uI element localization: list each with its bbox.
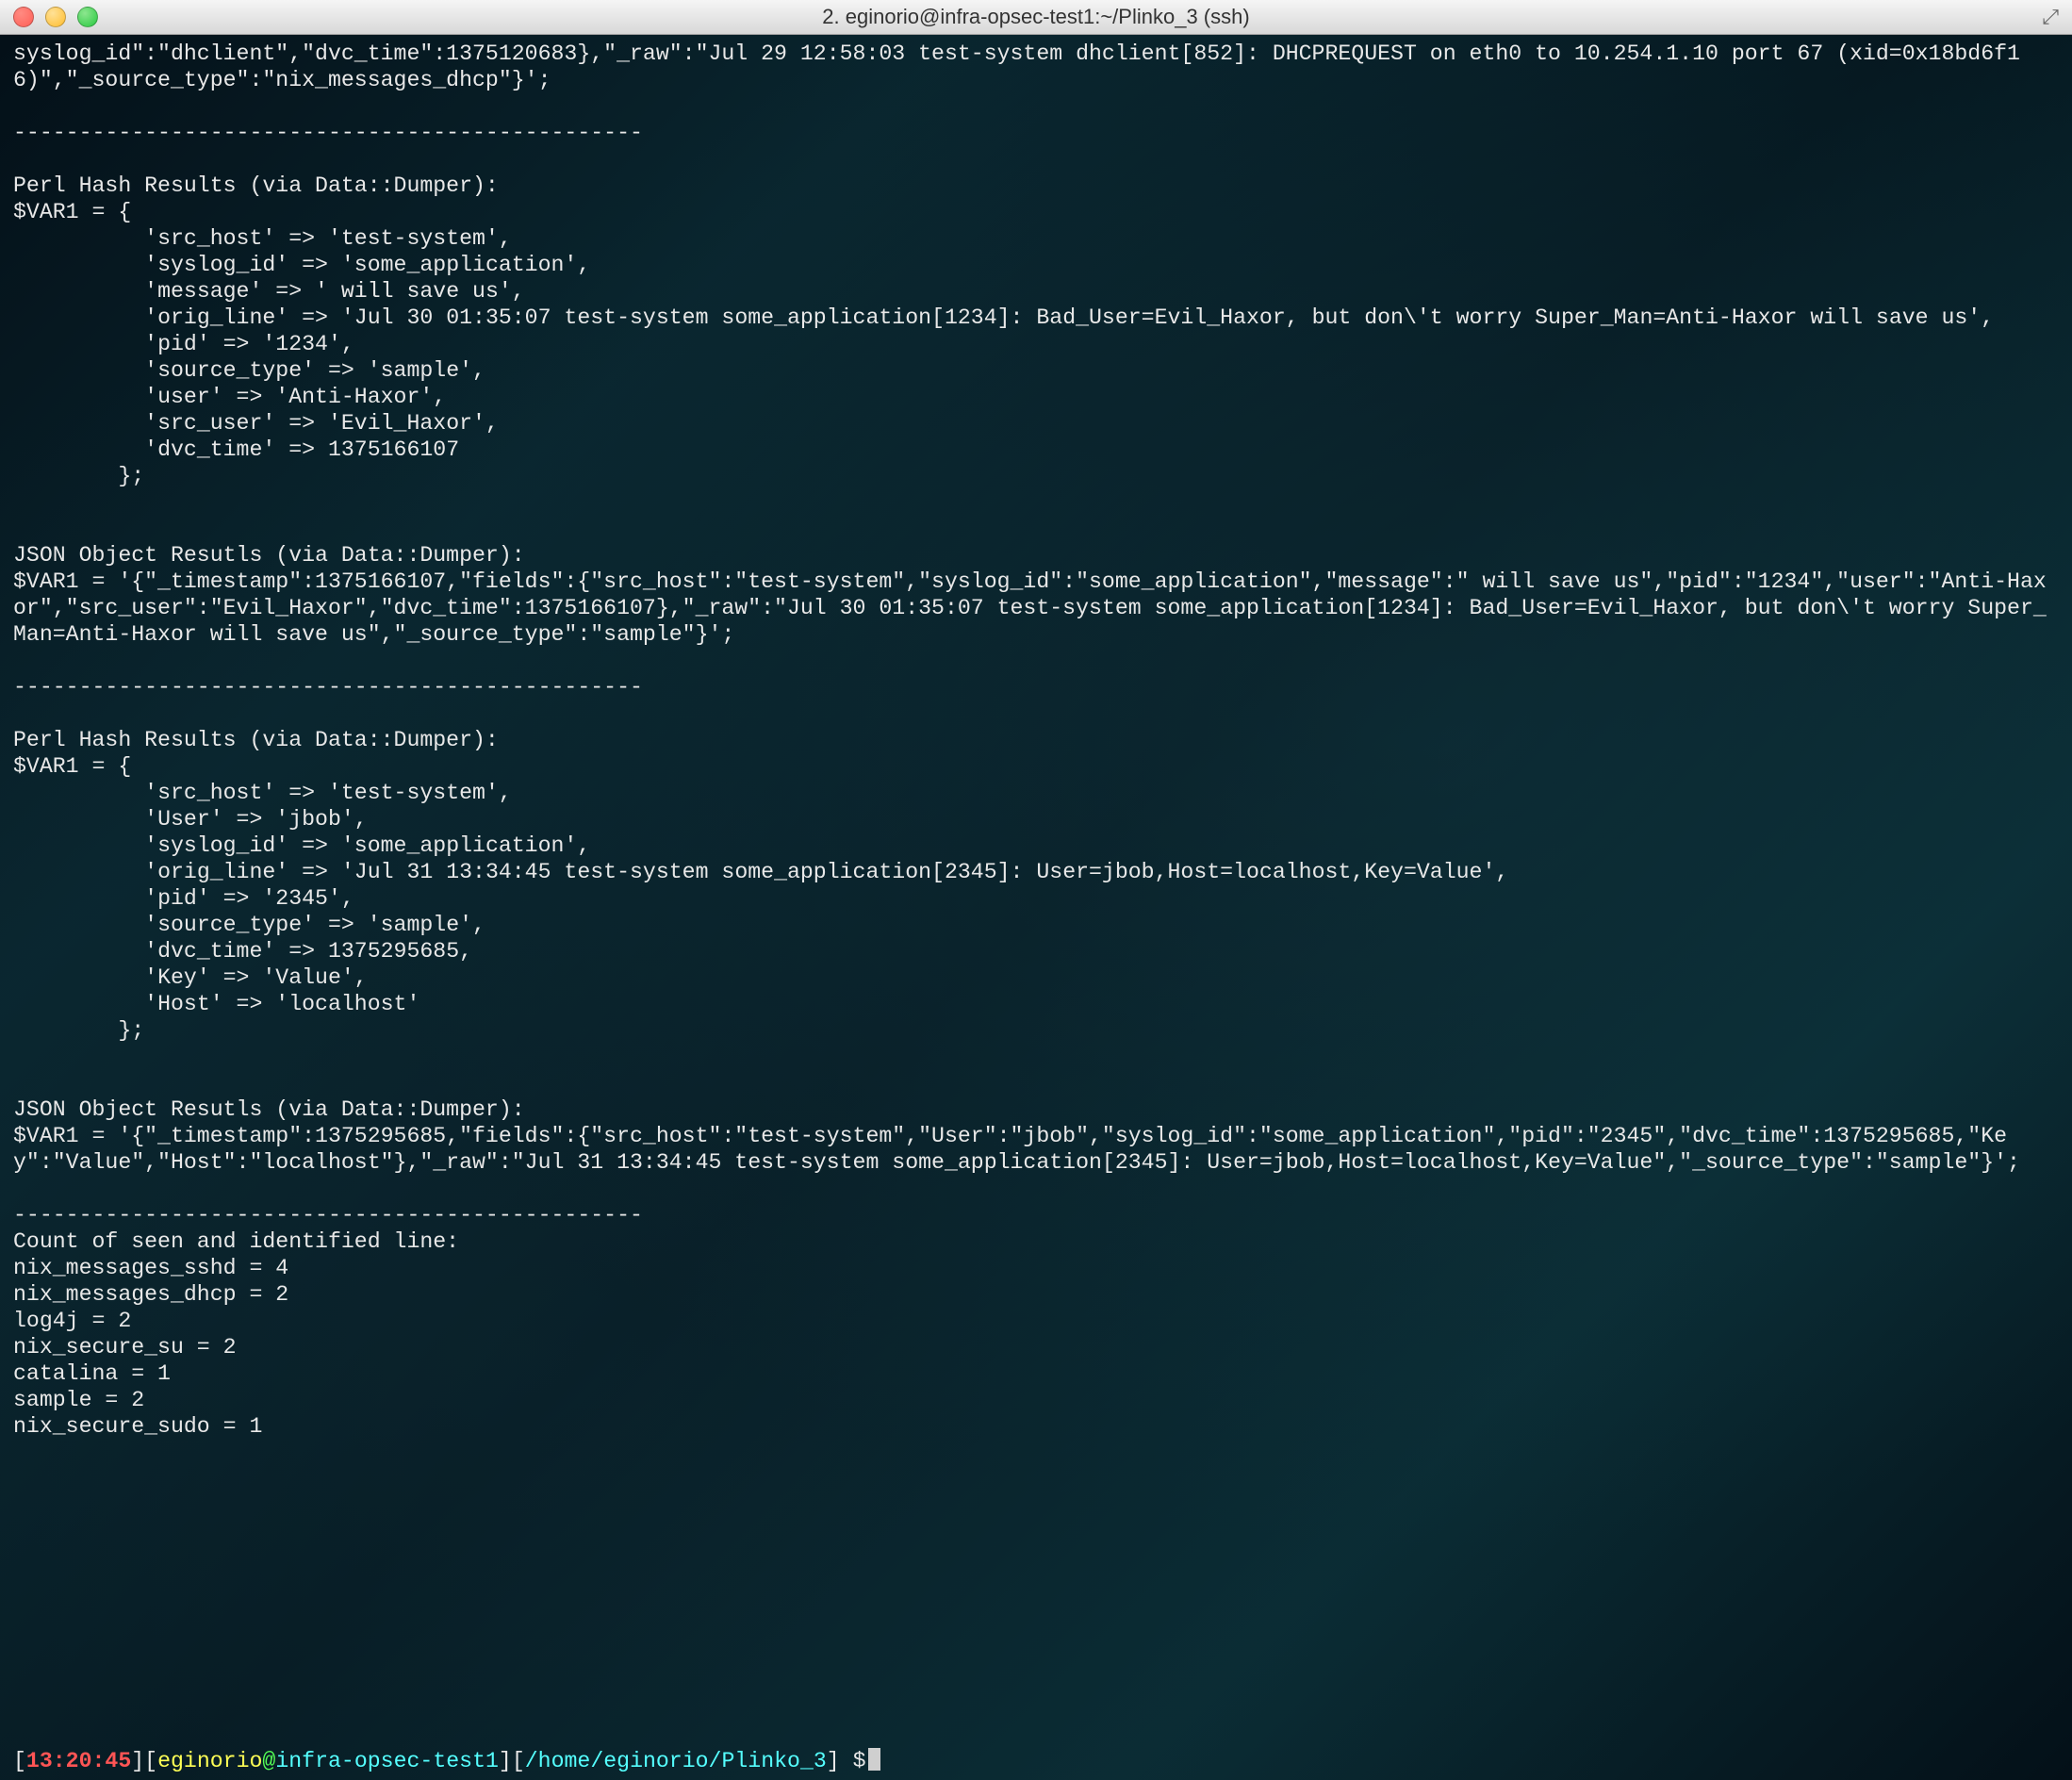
terminal-line: 'dvc_time' => 1375166107 xyxy=(13,437,2059,463)
terminal-line: 'User' => 'jbob', xyxy=(13,806,2059,832)
terminal-line: ----------------------------------------… xyxy=(13,674,2059,700)
terminal-line: 'dvc_time' => 1375295685, xyxy=(13,938,2059,964)
terminal-line: Count of seen and identified line: xyxy=(13,1228,2059,1255)
terminal-line xyxy=(13,648,2059,674)
terminal-line xyxy=(13,1070,2059,1096)
terminal-line: Perl Hash Results (via Data::Dumper): xyxy=(13,173,2059,199)
terminal-line: $VAR1 = { xyxy=(13,199,2059,225)
terminal-line: ----------------------------------------… xyxy=(13,120,2059,146)
prompt-line[interactable]: [13:20:45][eginorio@infra-opsec-test1][/… xyxy=(13,1748,2059,1774)
prompt-host: infra-opsec-test1 xyxy=(275,1749,499,1773)
terminal-line: Perl Hash Results (via Data::Dumper): xyxy=(13,727,2059,753)
traffic-lights xyxy=(13,7,98,27)
terminal-line xyxy=(13,146,2059,173)
terminal-line: 'message' => ' will save us', xyxy=(13,278,2059,305)
terminal-line xyxy=(13,489,2059,516)
terminal-line: 'Key' => 'Value', xyxy=(13,964,2059,991)
prompt-user: eginorio xyxy=(157,1749,262,1773)
terminal-line: sample = 2 xyxy=(13,1387,2059,1413)
close-icon[interactable] xyxy=(13,7,34,27)
zoom-icon[interactable] xyxy=(77,7,98,27)
prompt-time: 13:20:45 xyxy=(26,1749,131,1773)
terminal-line xyxy=(13,93,2059,120)
prompt-path: /home/eginorio/Plinko_3 xyxy=(525,1749,827,1773)
terminal-window: 2. eginorio@infra-opsec-test1:~/Plinko_3… xyxy=(0,0,2072,1780)
terminal-line: JSON Object Resutls (via Data::Dumper): xyxy=(13,1096,2059,1123)
terminal-line: nix_messages_sshd = 4 xyxy=(13,1255,2059,1281)
terminal-line: catalina = 1 xyxy=(13,1360,2059,1387)
terminal-line: 'syslog_id' => 'some_application', xyxy=(13,252,2059,278)
terminal-line: $VAR1 = '{"_timestamp":1375166107,"field… xyxy=(13,569,2059,648)
terminal-line: 'orig_line' => 'Jul 30 01:35:07 test-sys… xyxy=(13,305,2059,331)
terminal-line: 'pid' => '2345', xyxy=(13,885,2059,912)
terminal-line: 'Host' => 'localhost' xyxy=(13,991,2059,1017)
terminal-line xyxy=(13,1044,2059,1070)
terminal-body[interactable]: syslog_id":"dhclient","dvc_time":1375120… xyxy=(0,35,2072,1780)
window-title: 2. eginorio@infra-opsec-test1:~/Plinko_3… xyxy=(0,5,2072,29)
terminal-line: nix_secure_sudo = 1 xyxy=(13,1413,2059,1440)
terminal-output[interactable]: syslog_id":"dhclient","dvc_time":1375120… xyxy=(13,41,2059,1748)
terminal-line: 'source_type' => 'sample', xyxy=(13,912,2059,938)
terminal-line: 'orig_line' => 'Jul 31 13:34:45 test-sys… xyxy=(13,859,2059,885)
titlebar[interactable]: 2. eginorio@infra-opsec-test1:~/Plinko_3… xyxy=(0,0,2072,35)
cursor-icon xyxy=(868,1748,880,1771)
minimize-icon[interactable] xyxy=(45,7,66,27)
terminal-line: nix_secure_su = 2 xyxy=(13,1334,2059,1360)
terminal-line: $VAR1 = '{"_timestamp":1375295685,"field… xyxy=(13,1123,2059,1176)
terminal-line xyxy=(13,700,2059,727)
terminal-line: $VAR1 = { xyxy=(13,753,2059,780)
prompt-symbol: $ xyxy=(853,1749,866,1773)
terminal-line: 'pid' => '1234', xyxy=(13,331,2059,357)
terminal-line: 'source_type' => 'sample', xyxy=(13,357,2059,384)
terminal-line: JSON Object Resutls (via Data::Dumper): xyxy=(13,542,2059,569)
terminal-line: ----------------------------------------… xyxy=(13,1202,2059,1228)
terminal-line: syslog_id":"dhclient","dvc_time":1375120… xyxy=(13,41,2059,93)
terminal-line: 'src_user' => 'Evil_Haxor', xyxy=(13,410,2059,437)
terminal-line: 'user' => 'Anti-Haxor', xyxy=(13,384,2059,410)
terminal-line xyxy=(13,516,2059,542)
terminal-line xyxy=(13,1176,2059,1202)
terminal-line: 'src_host' => 'test-system', xyxy=(13,225,2059,252)
terminal-line: }; xyxy=(13,1017,2059,1044)
fullscreen-icon[interactable]: ⤢ xyxy=(2042,5,2059,29)
terminal-line: }; xyxy=(13,463,2059,489)
terminal-line: 'src_host' => 'test-system', xyxy=(13,780,2059,806)
terminal-line: log4j = 2 xyxy=(13,1308,2059,1334)
terminal-line: nix_messages_dhcp = 2 xyxy=(13,1281,2059,1308)
terminal-line: 'syslog_id' => 'some_application', xyxy=(13,832,2059,859)
